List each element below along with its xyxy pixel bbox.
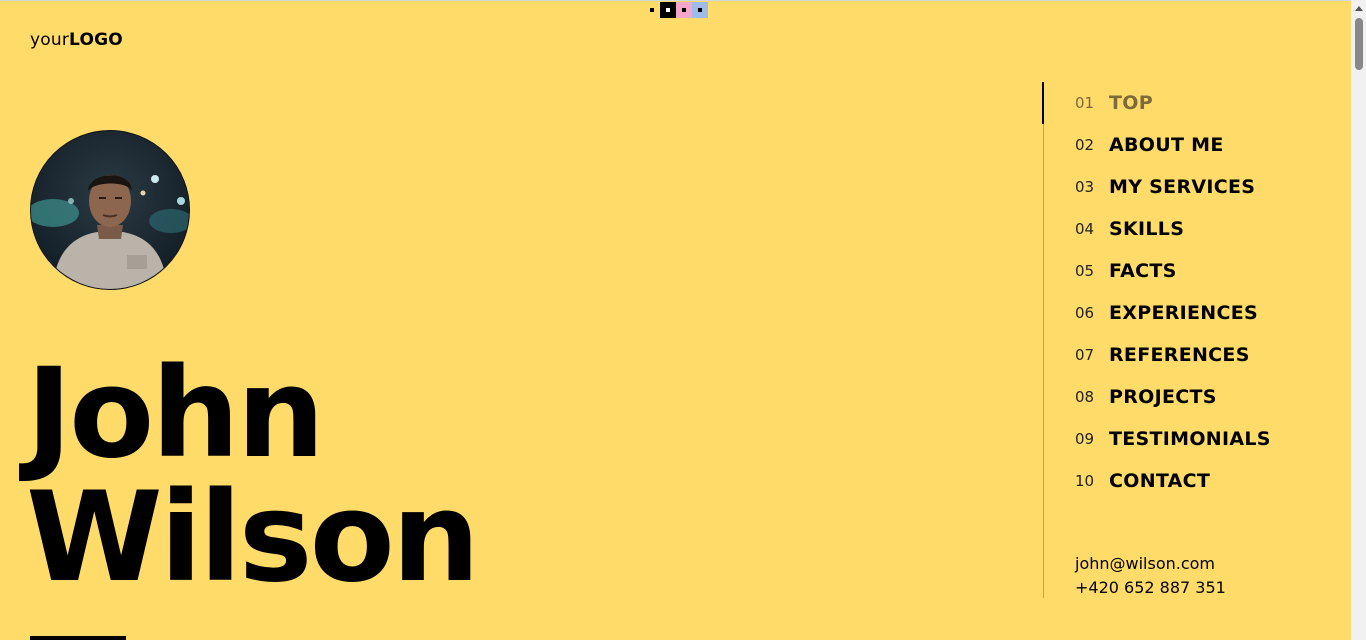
nav-item-top[interactable]: 01 TOP: [1075, 82, 1153, 124]
nav-number: 01: [1075, 94, 1095, 112]
nav-number: 03: [1075, 178, 1095, 196]
nav-label: CONTACT: [1109, 470, 1211, 492]
nav-label: MY SERVICES: [1109, 176, 1256, 198]
nav-label: TESTIMONIALS: [1109, 428, 1271, 450]
nav-label: PROJECTS: [1109, 386, 1217, 408]
color-swatch-yellow[interactable]: [644, 2, 660, 18]
page: yourLOGO John Wilson 01 TOP 02 ABOUT ME …: [0, 0, 1351, 640]
section-nav: 01 TOP 02 ABOUT ME 03 MY SERVICES 04 SKI…: [1042, 82, 1304, 600]
nav-number: 07: [1075, 346, 1095, 364]
nav-number: 08: [1075, 388, 1095, 406]
contact-info: john@wilson.com +420 652 887 351: [1075, 552, 1226, 600]
profile-photo-icon: [31, 131, 189, 289]
nav-item-testimonials[interactable]: 09 TESTIMONIALS: [1075, 418, 1271, 460]
last-name: Wilson: [26, 466, 480, 610]
nav-number: 06: [1075, 304, 1095, 322]
color-swatch-pink[interactable]: [676, 2, 692, 18]
nav-label: FACTS: [1109, 260, 1177, 282]
nav-item-skills[interactable]: 04 SKILLS: [1075, 208, 1184, 250]
site-logo[interactable]: yourLOGO: [30, 30, 123, 50]
nav-number: 10: [1075, 472, 1095, 490]
active-indicator: [1042, 82, 1044, 124]
nav-label: TOP: [1109, 92, 1153, 114]
nav-number: 09: [1075, 430, 1095, 448]
nav-number: 02: [1075, 136, 1095, 154]
nav-label: REFERENCES: [1109, 344, 1250, 366]
nav-label: ABOUT ME: [1109, 134, 1224, 156]
nav-item-experiences[interactable]: 06 EXPERIENCES: [1075, 292, 1258, 334]
nav-item-references[interactable]: 07 REFERENCES: [1075, 334, 1250, 376]
nav-item-about-me[interactable]: 02 ABOUT ME: [1075, 124, 1224, 166]
logo-text-bold: LOGO: [69, 30, 123, 50]
logo-text-light: your: [30, 30, 70, 50]
hero-name: John Wilson: [26, 342, 480, 610]
scroll-thumb[interactable]: [1355, 18, 1363, 70]
phone-link[interactable]: +420 652 887 351: [1075, 576, 1226, 600]
nav-item-contact[interactable]: 10 CONTACT: [1075, 460, 1210, 502]
scroll-up-arrow-icon[interactable]: [1351, 0, 1366, 16]
nav-number: 04: [1075, 220, 1095, 238]
top-border: [0, 0, 1351, 1]
first-name: John: [26, 342, 325, 486]
name-underline: [30, 636, 126, 640]
color-switcher: [644, 2, 708, 18]
nav-label: EXPERIENCES: [1109, 302, 1259, 324]
color-swatch-black[interactable]: [660, 2, 676, 18]
page-scrollbar[interactable]: [1351, 0, 1366, 640]
nav-item-my-services[interactable]: 03 MY SERVICES: [1075, 166, 1255, 208]
nav-item-projects[interactable]: 08 PROJECTS: [1075, 376, 1217, 418]
nav-label: SKILLS: [1109, 218, 1185, 240]
color-swatch-blue[interactable]: [692, 2, 708, 18]
nav-item-facts[interactable]: 05 FACTS: [1075, 250, 1177, 292]
email-link[interactable]: john@wilson.com: [1075, 552, 1226, 576]
avatar: [30, 130, 190, 290]
nav-number: 05: [1075, 262, 1095, 280]
